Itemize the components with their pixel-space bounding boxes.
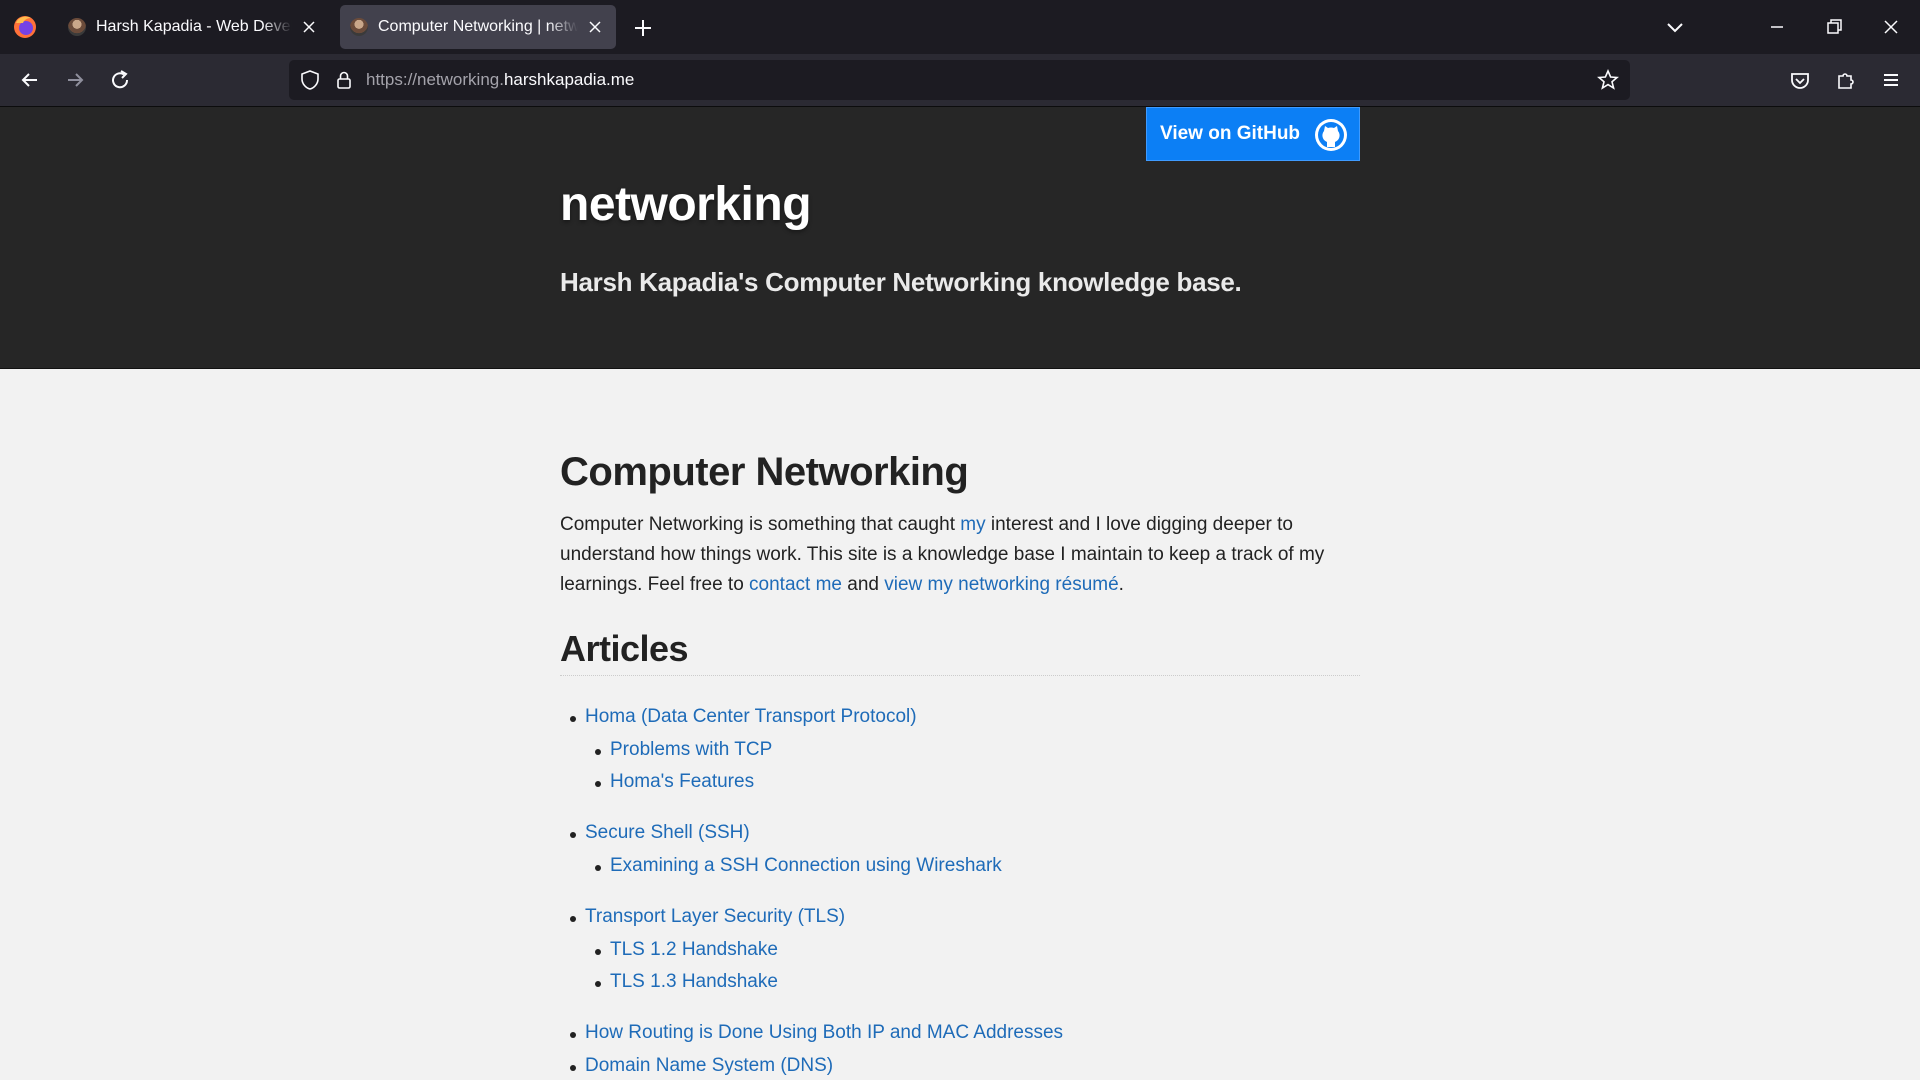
- article-link-tls[interactable]: Transport Layer Security (TLS): [569, 906, 845, 928]
- address-bar[interactable]: https://networking.harshkapadia.me: [289, 60, 1630, 100]
- view-on-github-button[interactable]: View on GitHub: [1146, 107, 1360, 161]
- my-link[interactable]: my: [960, 514, 985, 535]
- divider: [560, 675, 1360, 676]
- intro-paragraph: Computer Networking is something that ca…: [560, 510, 1360, 600]
- article-link-problems-with-tcp[interactable]: Problems with TCP: [594, 739, 772, 761]
- list-all-tabs-chevron-icon[interactable]: [1662, 14, 1688, 40]
- contact-me-link[interactable]: contact me: [749, 574, 842, 595]
- page-header: View on GitHub networking Harsh Kapadia'…: [0, 107, 1920, 369]
- restore-window-icon[interactable]: [1821, 14, 1847, 40]
- site-favicon-icon: [350, 18, 368, 36]
- reload-icon[interactable]: [107, 67, 133, 93]
- github-button-label: View on GitHub: [1160, 123, 1301, 144]
- github-octocat-icon: [1315, 119, 1347, 151]
- article-link-homa[interactable]: Homa (Data Center Transport Protocol): [570, 706, 917, 728]
- tab-title: Computer Networking | networking: [378, 18, 578, 35]
- article-link-ssh[interactable]: Secure Shell (SSH): [570, 822, 750, 844]
- tab-strip: Harsh Kapadia - Web Developer Computer N…: [0, 0, 1920, 54]
- forward-arrow-icon[interactable]: [62, 67, 88, 93]
- tab-title: Harsh Kapadia - Web Developer: [96, 18, 292, 35]
- url-text[interactable]: https://networking.harshkapadia.me: [366, 70, 634, 90]
- site-tagline: Harsh Kapadia's Computer Networking know…: [560, 267, 1242, 297]
- lock-icon[interactable]: [333, 69, 355, 91]
- hamburger-menu-icon[interactable]: [1878, 67, 1904, 93]
- close-tab-icon[interactable]: [584, 16, 606, 38]
- new-tab-plus-icon[interactable]: [631, 16, 655, 40]
- article-link-dns[interactable]: Domain Name System (DNS): [569, 1055, 833, 1077]
- site-favicon-icon: [68, 18, 86, 36]
- site-name: networking: [560, 178, 812, 231]
- tab-harsh-kapadia[interactable]: Harsh Kapadia - Web Developer: [58, 5, 330, 49]
- navigation-toolbar: https://networking.harshkapadia.me: [0, 54, 1920, 107]
- firefox-logo-icon[interactable]: [12, 14, 38, 40]
- networking-resume-link[interactable]: view my networking résumé: [884, 574, 1118, 595]
- back-arrow-icon[interactable]: [17, 67, 43, 93]
- article-link-tls-1-2[interactable]: TLS 1.2 Handshake: [595, 939, 778, 961]
- intro-text: Computer Networking is something that ca…: [560, 514, 961, 535]
- bookmark-star-icon[interactable]: [1596, 68, 1620, 92]
- intro-text: and: [841, 574, 885, 595]
- url-scheme-subdomain: https://networking.: [366, 70, 504, 89]
- article-link-tls-1-3[interactable]: TLS 1.3 Handshake: [595, 971, 778, 993]
- articles-heading: Articles: [560, 628, 689, 669]
- article-link-routing[interactable]: How Routing is Done Using Both IP and MA…: [569, 1022, 1063, 1044]
- close-tab-icon[interactable]: [298, 16, 320, 38]
- extensions-puzzle-icon[interactable]: [1833, 67, 1859, 93]
- close-window-icon[interactable]: [1878, 14, 1904, 40]
- pocket-icon[interactable]: [1787, 67, 1813, 93]
- article-link-homas-features[interactable]: Homa's Features: [594, 771, 754, 793]
- url-domain: harshkapadia.me: [503, 70, 635, 89]
- intro-text: .: [1118, 574, 1124, 595]
- tracking-protection-shield-icon[interactable]: [299, 69, 321, 91]
- web-page: View on GitHub networking Harsh Kapadia'…: [0, 107, 1920, 1080]
- article-link-ssh-wireshark[interactable]: Examining a SSH Connection using Wiresha…: [595, 855, 1002, 877]
- page-title: Computer Networking: [560, 450, 969, 494]
- tab-computer-networking[interactable]: Computer Networking | networking: [340, 5, 616, 49]
- minimize-icon[interactable]: [1764, 14, 1790, 40]
